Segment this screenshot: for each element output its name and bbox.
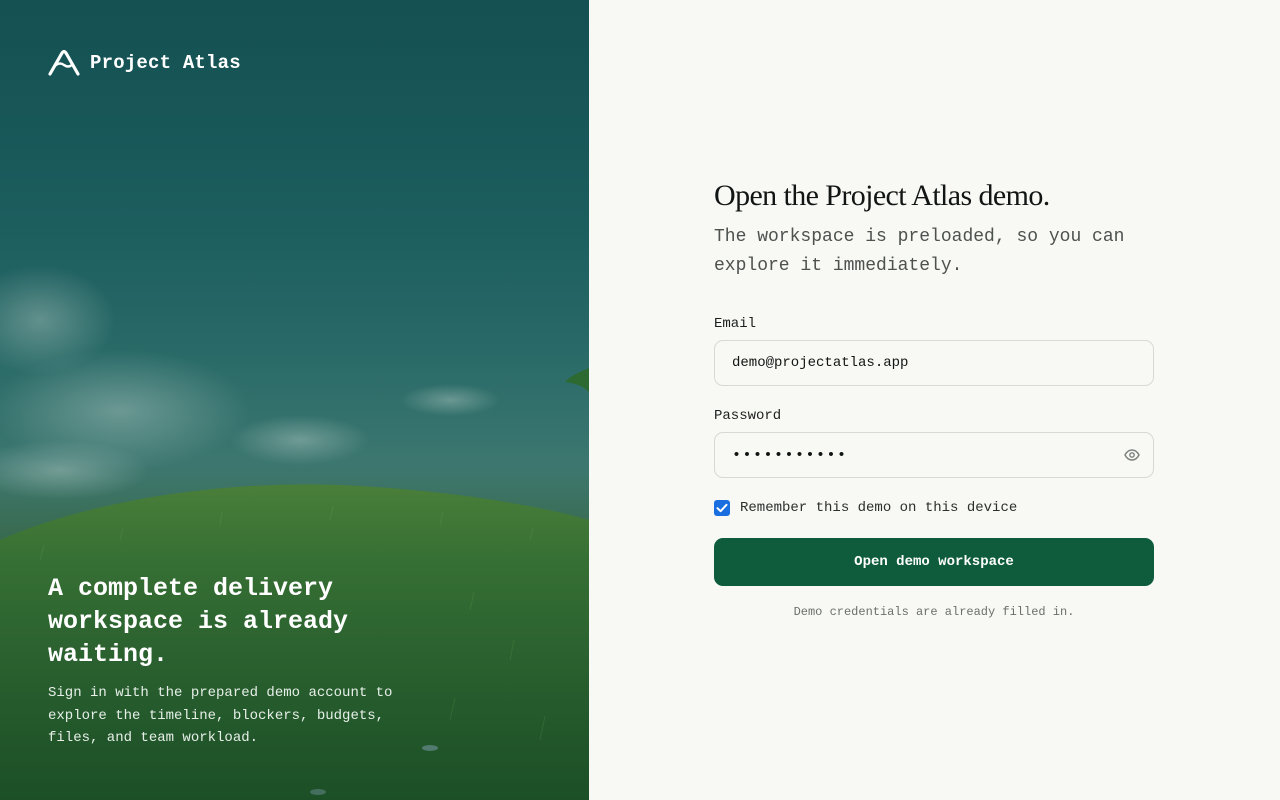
login-panel: Open the Project Atlas demo. The workspa… <box>589 0 1280 800</box>
mountain-a-logo-icon <box>48 50 80 76</box>
form-heading: Open the Project Atlas demo. <box>714 179 1050 212</box>
brand: Project Atlas <box>48 50 241 76</box>
email-field[interactable] <box>714 340 1154 386</box>
hero-copy: A complete delivery workspace is already… <box>48 572 428 750</box>
brand-name: Project Atlas <box>90 52 241 74</box>
hero-title: A complete delivery workspace is already… <box>48 574 349 669</box>
remember-row: Remember this demo on this device <box>714 500 1154 516</box>
form-subheading: The workspace is preloaded, so you can e… <box>714 227 1125 276</box>
password-label: Password <box>714 408 782 424</box>
eye-icon <box>1124 449 1140 461</box>
show-password-button[interactable] <box>1122 445 1142 465</box>
hero-panel: Project Atlas A complete delivery worksp… <box>0 0 589 800</box>
login-page: Project Atlas A complete delivery worksp… <box>0 0 1280 800</box>
credentials-hint: Demo credentials are already filled in. <box>793 605 1075 619</box>
checkmark-icon <box>716 503 728 513</box>
password-field-wrap <box>714 432 1154 478</box>
remember-checkbox[interactable] <box>714 500 730 516</box>
email-field-wrap <box>714 340 1154 386</box>
login-form: Open the Project Atlas demo. The workspa… <box>714 177 1154 619</box>
password-field[interactable] <box>714 432 1154 478</box>
hero-subtitle: Sign in with the prepared demo account t… <box>48 685 393 746</box>
email-label: Email <box>714 316 757 332</box>
remember-label[interactable]: Remember this demo on this device <box>740 500 1017 516</box>
open-demo-button[interactable]: Open demo workspace <box>714 538 1154 586</box>
